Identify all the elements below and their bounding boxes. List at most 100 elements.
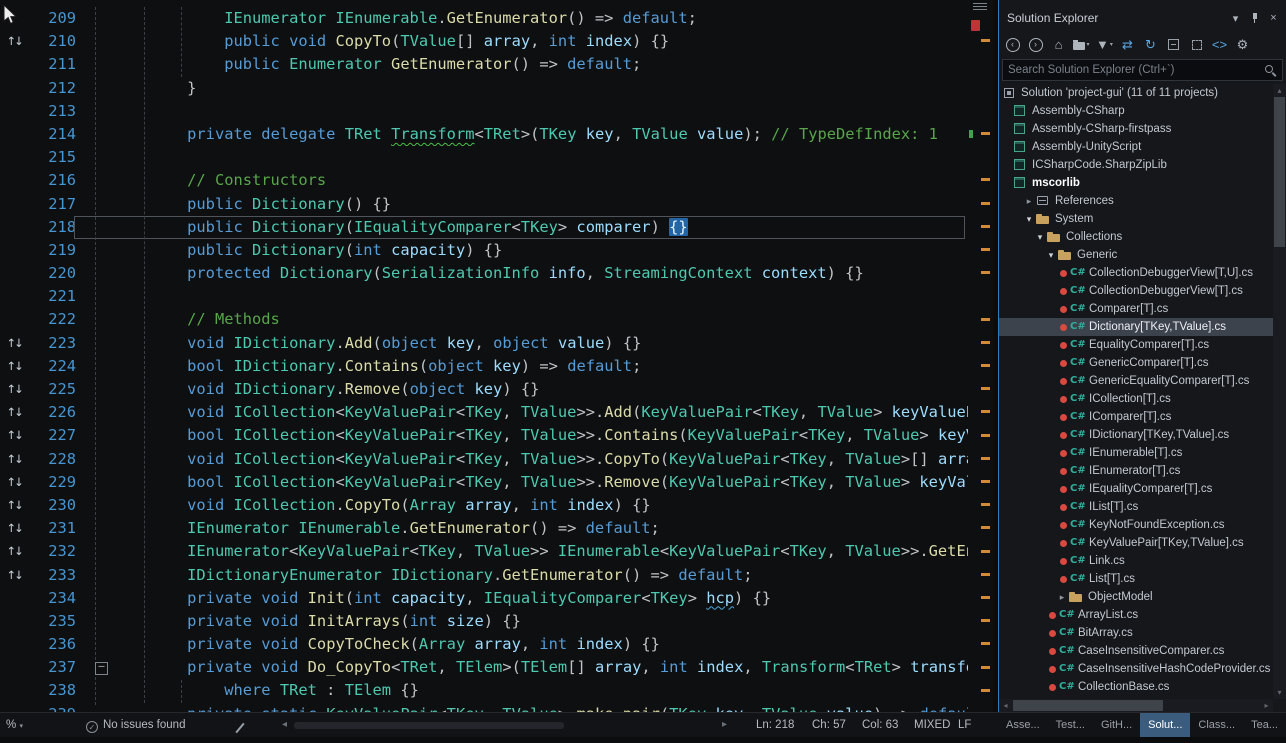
code-line[interactable]: 209 IEnumerator IEnumerable.GetEnumerato… — [0, 7, 968, 30]
tree-item[interactable]: C#Link.cs — [999, 552, 1273, 570]
tree-item[interactable]: Assembly-CSharp — [999, 102, 1273, 120]
tree-item[interactable]: C#EqualityComparer[T].cs — [999, 336, 1273, 354]
tree-item[interactable]: C#KeyValuePair[TKey,TValue].cs — [999, 534, 1273, 552]
fold-collapse-icon[interactable]: – — [95, 662, 108, 675]
implements-interface-icon[interactable]: ↑↓ — [0, 355, 28, 378]
panel-tab[interactable]: Class... — [1190, 713, 1243, 737]
code-line[interactable]: ↑↓233 IDictionaryEnumerator IDictionary.… — [0, 564, 968, 587]
code-line[interactable]: 222 // Methods — [0, 308, 968, 331]
code-line[interactable]: 236 private void CopyToCheck(Array array… — [0, 633, 968, 656]
tree-item[interactable]: ▾System — [999, 210, 1273, 228]
indent-mode-indicator[interactable]: MIXED — [914, 713, 950, 737]
code-line[interactable]: ↑↓227 bool ICollection<KeyValuePair<TKey… — [0, 424, 968, 447]
zoom-control[interactable]: % ▾ — [6, 713, 23, 737]
switch-views-icon[interactable]: ▾ — [1071, 35, 1092, 55]
panel-tab[interactable]: Solut... — [1140, 713, 1190, 737]
tree-item[interactable]: ▾Generic — [999, 246, 1273, 264]
tree-item[interactable]: C#IEnumerable[T].cs — [999, 444, 1273, 462]
implements-interface-icon[interactable]: ↑↓ — [0, 494, 28, 517]
tree-item[interactable]: C#GenericEqualityComparer[T].cs — [999, 372, 1273, 390]
tree-item[interactable]: C#IEqualityComparer[T].cs — [999, 480, 1273, 498]
panel-tab[interactable]: Test... — [1048, 713, 1093, 737]
navigate-forward-icon[interactable]: › — [1025, 35, 1046, 55]
code-line[interactable]: 216 // Constructors — [0, 169, 968, 192]
tree-item[interactable]: C#List[T].cs — [999, 570, 1273, 588]
code-line[interactable]: ↑↓226 void ICollection<KeyValuePair<TKey… — [0, 401, 968, 424]
code-editor[interactable]: 209 IEnumerator IEnumerable.GetEnumerato… — [0, 0, 993, 712]
code-line[interactable]: 220 protected Dictionary(SerializationIn… — [0, 262, 968, 285]
code-line[interactable]: 212 } — [0, 77, 968, 100]
search-icon[interactable] — [1264, 64, 1277, 77]
implements-interface-icon[interactable]: ↑↓ — [0, 564, 28, 587]
collapsed-arrow-icon[interactable]: ▸ — [1056, 592, 1068, 603]
editor-scroll-left-icon[interactable]: ◂ — [282, 713, 287, 737]
expanded-arrow-icon[interactable]: ▾ — [1045, 250, 1057, 261]
tree-item[interactable]: C#IList[T].cs — [999, 498, 1273, 516]
tree-item[interactable]: C#CollectionDebuggerView[T].cs — [999, 282, 1273, 300]
line-indicator[interactable]: Ln: 218 — [756, 713, 794, 737]
implements-interface-icon[interactable]: ↑↓ — [0, 401, 28, 424]
code-line[interactable]: ↑↓232 IEnumerator<KeyValuePair<TKey, TVa… — [0, 540, 968, 563]
eol-indicator[interactable]: LF — [958, 713, 971, 737]
panel-tab[interactable]: GitH... — [1093, 713, 1140, 737]
tree-item[interactable]: C#ICollection[T].cs — [999, 390, 1273, 408]
code-line[interactable]: ↑↓223 void IDictionary.Add(object key, o… — [0, 332, 968, 355]
implements-interface-icon[interactable]: ↑↓ — [0, 30, 28, 53]
char-indicator[interactable]: Ch: 57 — [812, 713, 846, 737]
tree-item[interactable]: C#CaseInsensitiveHashCodeProvider.cs — [999, 660, 1273, 678]
editor-horizontal-scrollbar[interactable] — [294, 722, 564, 729]
tree-item[interactable]: ▸References — [999, 192, 1273, 210]
implements-interface-icon[interactable]: ↑↓ — [0, 424, 28, 447]
tree-item[interactable]: C#Dictionary[TKey,TValue].cs — [999, 318, 1273, 336]
navigate-back-icon[interactable]: ‹ — [1002, 35, 1023, 55]
properties-icon[interactable]: ⚙ — [1232, 35, 1253, 55]
code-line[interactable]: 218 public Dictionary(IEqualityComparer<… — [0, 216, 968, 239]
tree-item[interactable]: ICSharpCode.SharpZipLib — [999, 156, 1273, 174]
code-line[interactable]: ↑↓229 bool ICollection<KeyValuePair<TKey… — [0, 471, 968, 494]
implements-interface-icon[interactable]: ↑↓ — [0, 517, 28, 540]
refresh-icon[interactable]: ↻ — [1140, 35, 1161, 55]
tree-item[interactable]: Solution 'project-gui' (11 of 11 project… — [999, 84, 1273, 102]
column-indicator[interactable]: Col: 63 — [862, 713, 898, 737]
scroll-down-icon[interactable]: ▾ — [1273, 686, 1286, 699]
home-icon[interactable]: ⌂ — [1048, 35, 1069, 55]
editor-scroll-right-icon[interactable]: ▸ — [722, 713, 727, 737]
tree-item[interactable]: C#IEnumerator[T].cs — [999, 462, 1273, 480]
implements-interface-icon[interactable]: ↑↓ — [0, 471, 28, 494]
show-all-files-icon[interactable] — [1186, 35, 1207, 55]
tree-item[interactable]: Assembly-CSharp-firstpass — [999, 120, 1273, 138]
vertical-scrollbar[interactable]: ▴ ▾ — [1273, 84, 1286, 699]
implements-interface-icon[interactable]: ↑↓ — [0, 378, 28, 401]
tree-item[interactable]: C#IComparer[T].cs — [999, 408, 1273, 426]
code-line[interactable]: 239 private static KeyValuePair<TKey, TV… — [0, 703, 968, 712]
collapse-all-icon[interactable] — [1163, 35, 1184, 55]
tree-item[interactable]: C#Comparer[T].cs — [999, 300, 1273, 318]
scroll-right-icon[interactable]: ▸ — [1260, 699, 1273, 712]
panel-titlebar[interactable]: Solution Explorer ▾× — [999, 0, 1286, 32]
close-icon[interactable]: × — [1265, 10, 1282, 26]
search-input[interactable]: Search Solution Explorer (Ctrl+`) — [1002, 59, 1283, 81]
issues-indicator[interactable]: ✓No issues found — [86, 713, 185, 737]
code-line[interactable]: 234 private void Init(int capacity, IEqu… — [0, 587, 968, 610]
code-line[interactable]: 214 private delegate TRet Transform<TRet… — [0, 123, 968, 146]
expanded-arrow-icon[interactable]: ▾ — [1034, 232, 1046, 243]
sync-with-active-document-icon[interactable]: ⇄ — [1117, 35, 1138, 55]
view-code-icon[interactable]: <> — [1209, 35, 1230, 55]
code-line[interactable]: ↑↓224 bool IDictionary.Contains(object k… — [0, 355, 968, 378]
code-line[interactable]: 217 public Dictionary() {} — [0, 193, 968, 216]
tree-item[interactable]: C#ArrayList.cs — [999, 606, 1273, 624]
code-line[interactable]: 238 where TRet : TElem {} — [0, 679, 968, 702]
implements-interface-icon[interactable]: ↑↓ — [0, 540, 28, 563]
code-line[interactable]: ↑↓225 void IDictionary.Remove(object key… — [0, 378, 968, 401]
tree-item[interactable]: C#CollectionBase.cs — [999, 678, 1273, 696]
code-line[interactable]: 235 private void InitArrays(int size) {} — [0, 610, 968, 633]
implements-interface-icon[interactable]: ↑↓ — [0, 448, 28, 471]
tree-item[interactable]: C#KeyNotFoundException.cs — [999, 516, 1273, 534]
scrollbar-overview-ruler[interactable] — [968, 0, 993, 712]
vertical-scrollbar-thumb[interactable] — [1274, 97, 1285, 247]
scroll-up-icon[interactable]: ▴ — [1273, 84, 1286, 97]
code-line[interactable]: ↑↓231 IEnumerator IEnumerable.GetEnumera… — [0, 517, 968, 540]
horizontal-scrollbar-thumb[interactable] — [1013, 700, 1163, 711]
panel-tab[interactable]: Asse... — [998, 713, 1048, 737]
tree-item[interactable]: Assembly-UnityScript — [999, 138, 1273, 156]
